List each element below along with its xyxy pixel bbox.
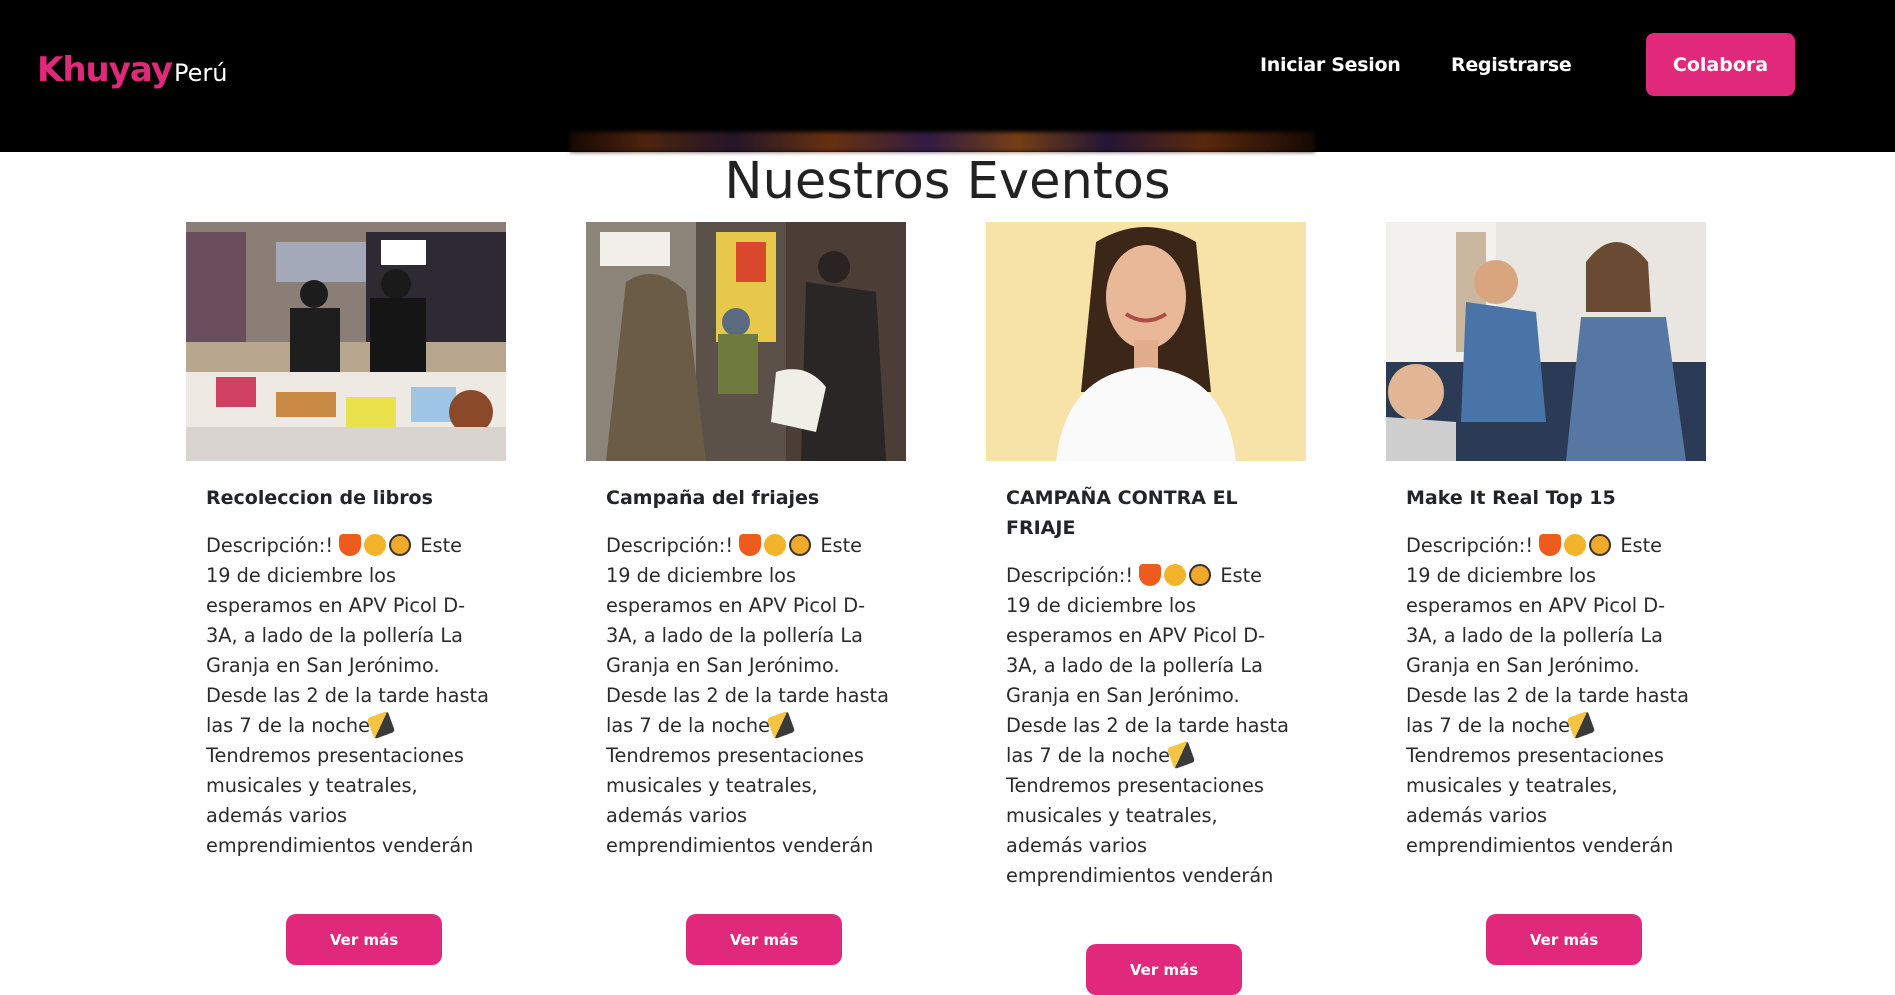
- logo-main: Khuyay: [37, 50, 173, 90]
- heart-icon: [739, 534, 762, 556]
- event-image: [586, 222, 906, 461]
- event-photo: [586, 222, 906, 461]
- heart-icon: [1539, 534, 1562, 556]
- confetti-icon: [766, 710, 796, 740]
- confetti-icon: [366, 710, 396, 740]
- event-photo: [186, 222, 506, 461]
- flexed-biceps-icon: [364, 534, 387, 556]
- event-description: Descripción:! Este 19 de diciembre los e…: [1406, 531, 1692, 861]
- event-more-button[interactable]: Ver más: [686, 914, 842, 965]
- event-card: Recoleccion de libros Descripción:! Este…: [186, 222, 506, 861]
- login-link[interactable]: Iniciar Sesion: [1260, 54, 1401, 76]
- event-more-button[interactable]: Ver más: [1486, 914, 1642, 965]
- event-photo: [986, 222, 1306, 461]
- raised-hands-icon: [789, 534, 812, 556]
- hero-image-edge: [570, 132, 1315, 152]
- event-title: Campaña del friajes: [606, 487, 820, 509]
- colabora-button[interactable]: Colabora: [1646, 33, 1795, 96]
- logo-sub: Perú: [173, 59, 228, 87]
- event-card: CAMPAÑA CONTRA EL FRIAJE Descripción:! E…: [986, 222, 1306, 891]
- event-card: Make It Real Top 15 Descripción:! Este 1…: [1386, 222, 1706, 861]
- top-navbar: [0, 0, 1895, 152]
- event-description: Descripción:! Este 19 de diciembre los e…: [1006, 561, 1292, 891]
- event-image: [986, 222, 1306, 461]
- event-photo: [1386, 222, 1706, 461]
- section-title: Nuestros Eventos: [724, 152, 1171, 211]
- event-card: Campaña del friajes Descripción:! Este 1…: [586, 222, 906, 861]
- event-more-button[interactable]: Ver más: [1086, 944, 1242, 995]
- event-description: Descripción:! Este 19 de diciembre los e…: [606, 531, 892, 861]
- register-link[interactable]: Registrarse: [1451, 54, 1572, 76]
- confetti-icon: [1566, 710, 1596, 740]
- heart-icon: [1139, 564, 1162, 586]
- event-title: Make It Real Top 15: [1406, 487, 1616, 509]
- flexed-biceps-icon: [1164, 564, 1187, 586]
- event-image: [186, 222, 506, 461]
- site-logo[interactable]: Khuyay Perú: [37, 50, 227, 90]
- event-title: Recoleccion de libros: [206, 487, 433, 509]
- raised-hands-icon: [1189, 564, 1212, 586]
- flexed-biceps-icon: [1564, 534, 1587, 556]
- confetti-icon: [1166, 740, 1196, 770]
- raised-hands-icon: [1589, 534, 1612, 556]
- event-more-button[interactable]: Ver más: [286, 914, 442, 965]
- heart-icon: [339, 534, 362, 556]
- flexed-biceps-icon: [764, 534, 787, 556]
- event-image: [1386, 222, 1706, 461]
- event-description: Descripción:! Este 19 de diciembre los e…: [206, 531, 492, 861]
- event-title: CAMPAÑA CONTRA EL FRIAJE: [1006, 487, 1238, 539]
- raised-hands-icon: [389, 534, 412, 556]
